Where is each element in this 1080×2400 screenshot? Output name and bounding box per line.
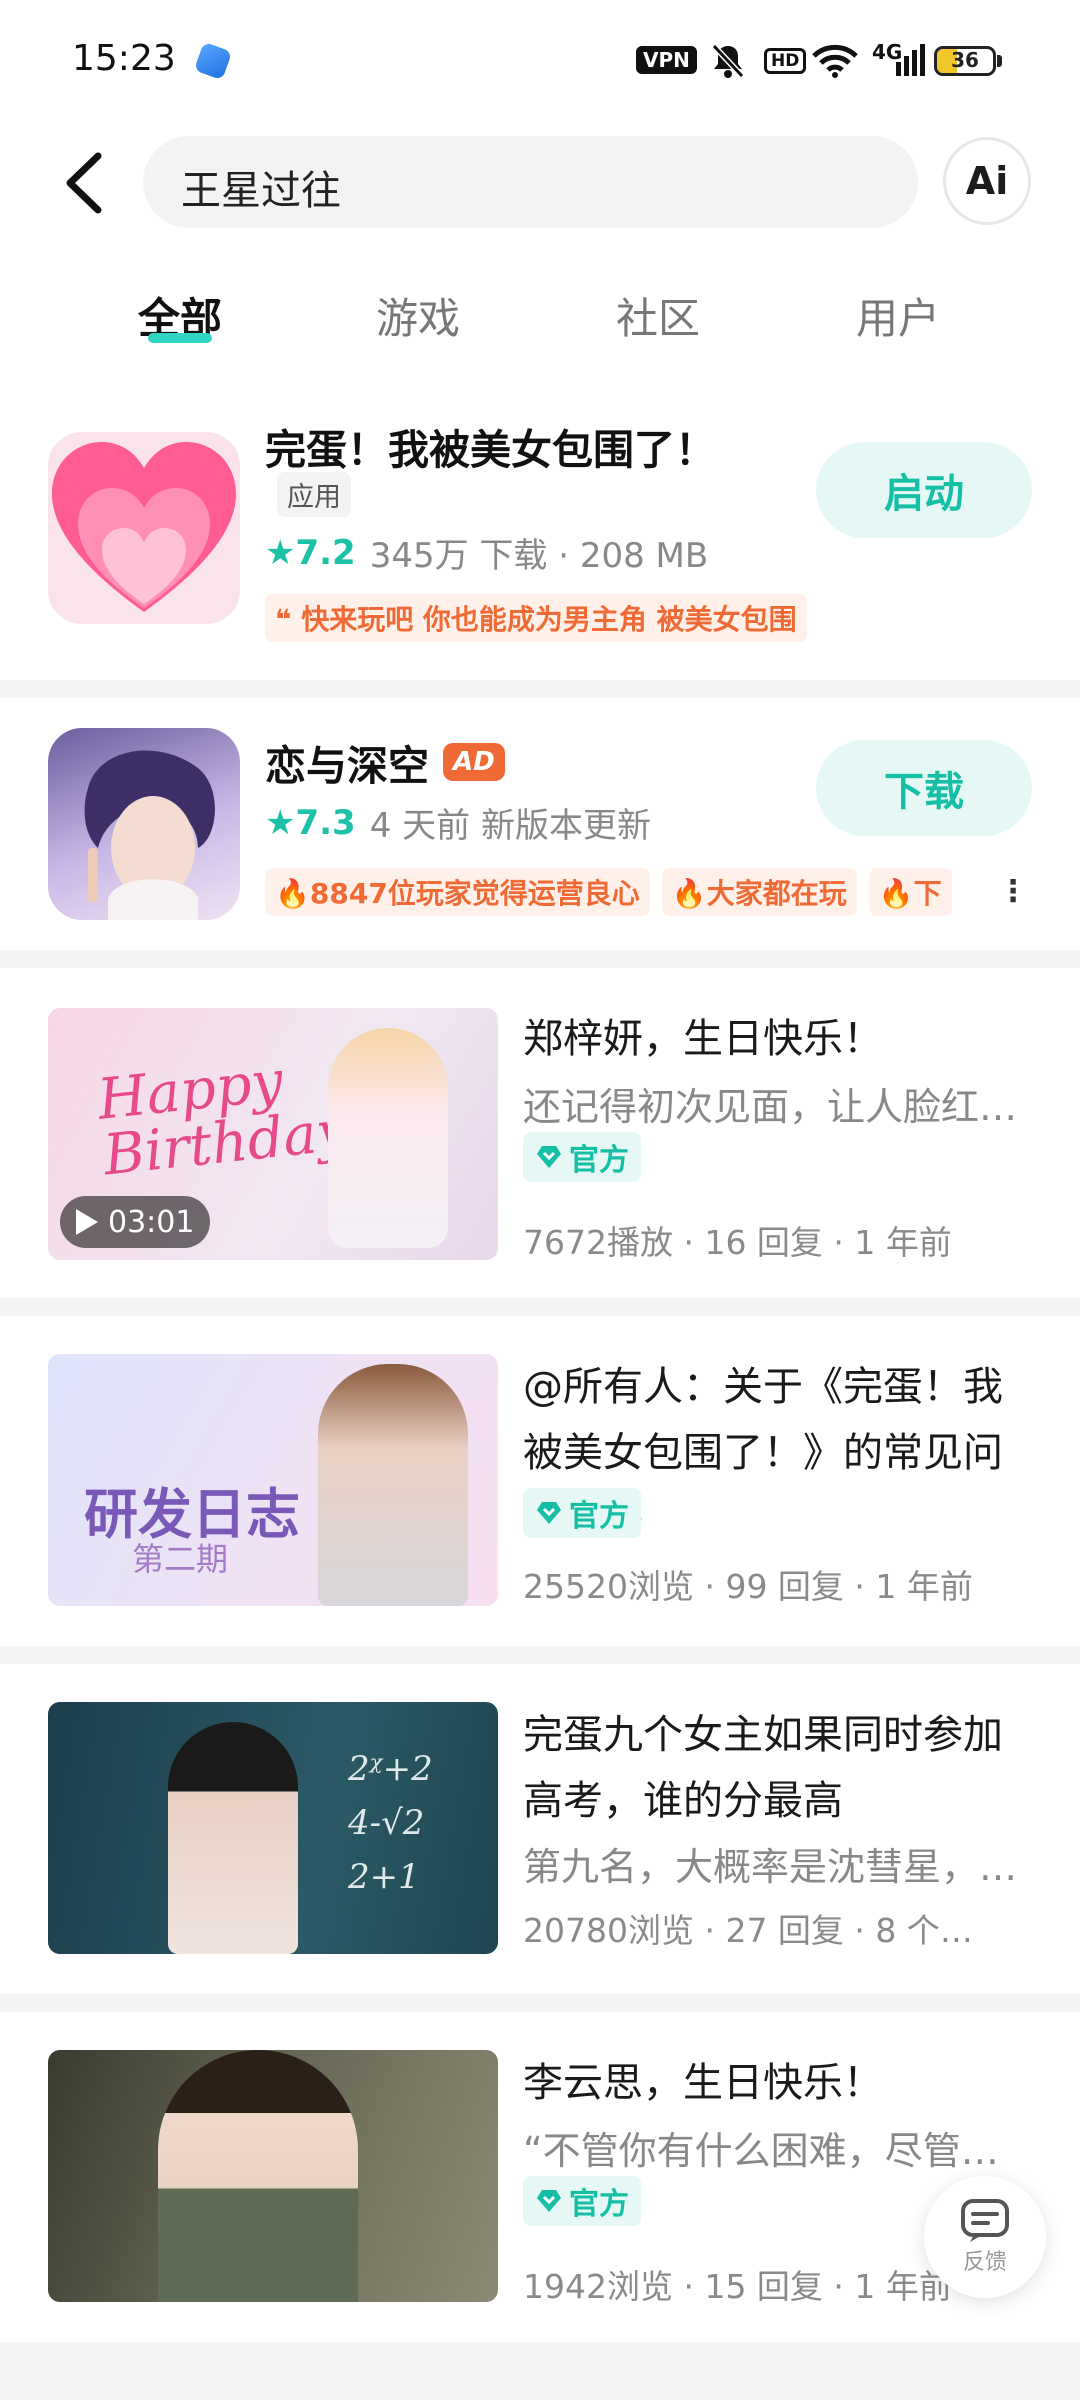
active-tab-indicator	[148, 333, 212, 343]
rating: ★7.2	[265, 532, 356, 573]
divider	[0, 680, 1080, 698]
official-badge: 官方	[523, 1488, 641, 1538]
download-button[interactable]: 下载	[816, 740, 1032, 836]
app-card[interactable]: 恋与深空 AD ★7.3 4 天前 新版本更新 🔥8847位玩家觉得运营良心 🔥…	[0, 698, 1080, 963]
post-title: 郑梓妍，生日快乐！	[523, 1016, 883, 1062]
video-duration: 03:01	[60, 1196, 211, 1248]
post-excerpt: 第九名，大概率是沈彗星，她从小	[523, 1845, 1033, 1889]
app-tagline: ❝ 快来玩吧 你也能成为男主角 被美女包围	[265, 594, 807, 642]
post-stats: 20780浏览 · 27 回复 · 8 个月前	[523, 1911, 1003, 1950]
diamond-heart-icon	[537, 1146, 561, 1168]
official-badge: 官方	[523, 1132, 641, 1182]
official-badge: 官方	[523, 2176, 641, 2226]
play-icon	[76, 1209, 98, 1235]
app-icon	[48, 432, 240, 624]
notification-app-icon	[193, 41, 233, 81]
post-card[interactable]: 2ᵡ+2 4-√2 2+1 完蛋九个女主如果同时参加高考，谁的分最高 第九名，大概率…	[0, 1664, 1080, 1994]
divider	[0, 2342, 1080, 2400]
feedback-label: 反馈	[962, 2250, 1007, 2275]
flame-icon: 🔥	[671, 877, 707, 910]
rating: ★7.3	[265, 802, 356, 843]
battery-icon: 36	[934, 46, 996, 76]
post-thumbnail[interactable]: 研发日志 第二期	[48, 1354, 498, 1606]
video-thumbnail[interactable]: Happy Birthday 03:01	[48, 1008, 498, 1260]
post-thumbnail[interactable]: 2ᵡ+2 4-√2 2+1	[48, 1702, 498, 1954]
search-query: 王星过往	[181, 168, 341, 214]
chalk-formula: 2ᵡ+2 4-√2 2+1	[348, 1749, 433, 1897]
app-title: 恋与深空	[265, 742, 429, 790]
thumb-figure	[158, 2050, 358, 2302]
ai-assistant-button[interactable]: Ai	[943, 137, 1031, 225]
feedback-button[interactable]: 反馈	[924, 2176, 1046, 2298]
tab-games[interactable]: 游戏	[318, 285, 518, 346]
divider	[0, 1646, 1080, 1664]
tag: 🔥8847位玩家觉得运营良心	[265, 868, 650, 916]
search-input[interactable]: 王星过往	[143, 136, 918, 228]
feedback-icon	[961, 2199, 1009, 2242]
app-type-badge: 应用	[277, 472, 351, 517]
tag: 🔥下	[868, 868, 952, 916]
diamond-heart-icon	[537, 1502, 561, 1524]
post-title: 李云思，生日快乐！	[523, 2060, 883, 2106]
post-card[interactable]: Happy Birthday 03:01 郑梓妍，生日快乐！ 还记得初次见面，让…	[0, 968, 1080, 1298]
more-dots-icon[interactable]: ⋮	[998, 874, 1028, 909]
tab-community[interactable]: 社区	[558, 285, 758, 346]
post-title: 完蛋九个女主如果同时参加高考，谁的分最高	[523, 1712, 1003, 1824]
post-excerpt: 还记得初次见面，让人脸红心跳的那天	[523, 1085, 1033, 1129]
mute-bell-icon	[711, 43, 745, 79]
flame-icon: 🔥	[878, 877, 914, 910]
thumb-figure	[328, 1028, 448, 1248]
ad-badge: AD	[443, 743, 505, 781]
wifi-icon	[812, 44, 858, 78]
app-meta: 345万 下载 · 208 MB	[369, 536, 709, 576]
divider	[0, 1994, 1080, 2012]
launch-button[interactable]: 启动	[816, 442, 1032, 538]
post-excerpt: “不管你有什么困难，尽管来找我”	[523, 2129, 1033, 2173]
vpn-icon: VPN	[636, 46, 697, 74]
thumb-figure	[168, 1722, 298, 1954]
tag-row: 🔥8847位玩家觉得运营良心 🔥大家都在玩 🔥下	[265, 868, 1005, 916]
signal-icon	[896, 44, 925, 76]
status-bar: 15:23 VPN HD 4G 36	[0, 0, 1080, 125]
quote-icon: ❝	[275, 603, 302, 636]
post-thumbnail[interactable]	[48, 2050, 498, 2302]
thumb-subcaption: 第二期	[132, 1540, 229, 1578]
app-icon	[48, 728, 240, 920]
post-stats: 7672播放 · 16 回复 · 1 年前	[523, 1223, 952, 1262]
flame-icon: 🔥	[275, 877, 310, 910]
post-card[interactable]: 李云思，生日快乐！ “不管你有什么困难，尽管来找我” 官方 1942浏览 · 1…	[0, 2012, 1080, 2342]
app-title: 完蛋！我被美女包围了！	[265, 426, 716, 474]
status-time: 15:23	[72, 38, 176, 79]
thumb-figure	[318, 1364, 468, 1606]
post-card[interactable]: 研发日志 第二期 @所有人：关于《完蛋！我被美女包围了！》的常见问题解答 官方 …	[0, 1316, 1080, 1646]
battery-tip	[997, 55, 1002, 67]
tag: 🔥大家都在玩	[661, 868, 857, 916]
battery-level: 36	[951, 48, 979, 72]
divider	[0, 1298, 1080, 1316]
diamond-heart-icon	[537, 2190, 561, 2212]
app-card[interactable]: 完蛋！我被美女包围了！ 应用 ★7.2 345万 下载 · 208 MB ❝ 快…	[0, 400, 1080, 680]
app-meta: 4 天前 新版本更新	[369, 806, 651, 846]
back-arrow-icon[interactable]	[60, 150, 110, 216]
post-stats: 1942浏览 · 15 回复 · 1 年前	[523, 2267, 952, 2306]
post-stats: 25520浏览 · 99 回复 · 1 年前	[523, 1567, 973, 1606]
hd-icon: HD	[764, 48, 807, 74]
divider	[0, 950, 1080, 968]
tab-users[interactable]: 用户	[798, 285, 998, 346]
